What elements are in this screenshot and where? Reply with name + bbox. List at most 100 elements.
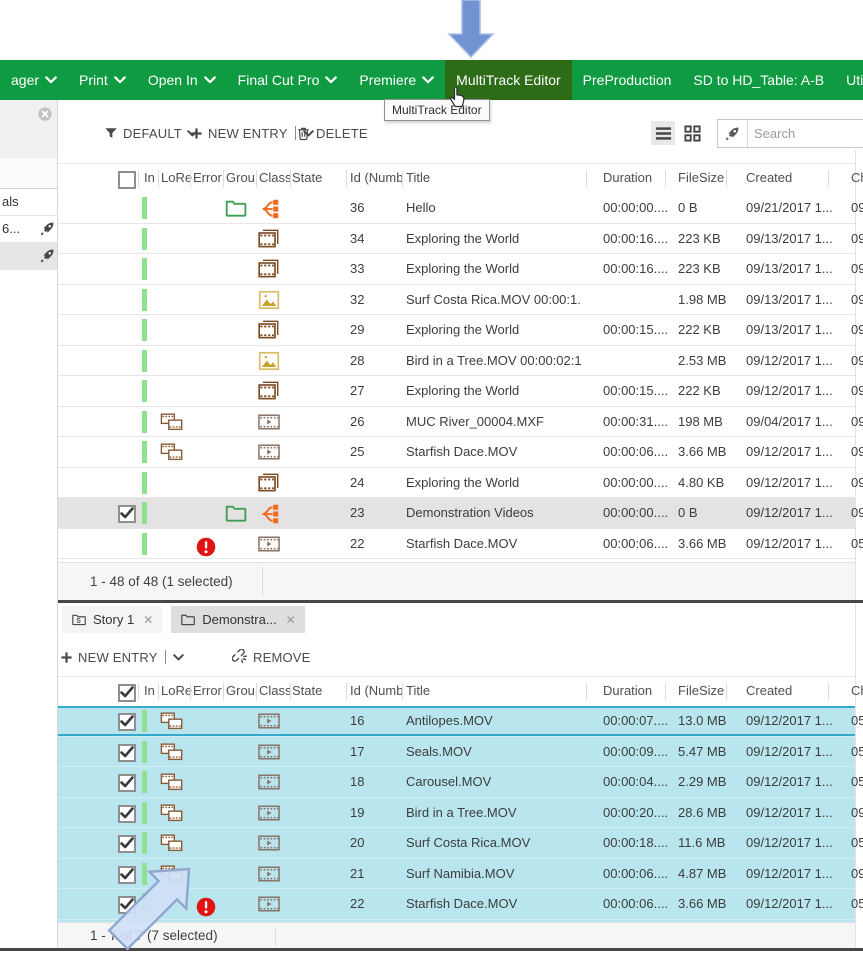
table-row[interactable]: 36Hello00:00:00....0 B09/21/2017 1...09/…: [58, 193, 855, 224]
ingest-status-bar: [142, 741, 147, 763]
column-header-changed[interactable]: Changed: [851, 677, 863, 705]
row-checkbox[interactable]: [118, 744, 136, 762]
table-row[interactable]: 29Exploring the World00:00:15....222 KB0…: [58, 315, 855, 346]
menu-item-print[interactable]: Print: [68, 60, 137, 100]
table-row[interactable]: 32Surf Costa Rica.MOV 00:00:1...1.98 MB0…: [58, 285, 855, 316]
table-row[interactable]: 24Exploring the World00:00:00....4.80 KB…: [58, 468, 855, 499]
column-header-error[interactable]: Error: [193, 677, 222, 705]
column-header-duration[interactable]: Duration: [603, 164, 652, 192]
column-header-duration[interactable]: Duration: [603, 677, 652, 705]
cell-created: 09/21/2017 1...: [746, 193, 840, 224]
row-checkbox[interactable]: [118, 505, 136, 523]
column-header-id-numb[interactable]: Id (Numb: [350, 164, 403, 192]
search-box: [717, 119, 863, 148]
column-header-grou[interactable]: Grou: [226, 677, 255, 705]
tab-close-icon[interactable]: ✕: [286, 613, 296, 627]
tab-demonstra-[interactable]: Demonstra...✕: [171, 606, 304, 633]
cell-title: Bird in a Tree.MOV 00:00:02:12: [406, 346, 582, 377]
ingest-status-bar: [142, 319, 147, 341]
table-row[interactable]: 17Seals.MOV00:00:09....5.47 MB09/12/2017…: [58, 737, 855, 768]
column-header-class[interactable]: Class: [259, 677, 292, 705]
tab-story-1[interactable]: Story 1✕: [62, 606, 162, 633]
column-separator: [726, 683, 727, 700]
column-header-created[interactable]: Created: [746, 677, 792, 705]
table-row[interactable]: 26MUC River_00004.MXF00:00:31....198 MB0…: [58, 407, 855, 438]
table-row[interactable]: 33Exploring the World00:00:16....223 KB0…: [58, 254, 855, 285]
menu-item-utilities[interactable]: Utilities: [835, 60, 863, 100]
cell-title: Starfish Dace.MOV: [406, 437, 582, 468]
table-row[interactable]: 28Bird in a Tree.MOV 00:00:02:122.53 MB0…: [58, 346, 855, 377]
delete-button[interactable]: DELETE: [296, 118, 368, 148]
lowres-proxy-icon: [160, 441, 184, 463]
new-entry-button-lower[interactable]: NEW ENTRY: [60, 642, 184, 672]
close-icon[interactable]: [37, 106, 53, 122]
table-row[interactable]: 34Exploring the World00:00:16....223 KB0…: [58, 224, 855, 255]
column-header-title[interactable]: Title: [406, 677, 430, 705]
list-view-toggle[interactable]: [651, 121, 675, 145]
cell-id: 25: [350, 437, 364, 468]
remove-button[interactable]: REMOVE: [232, 642, 311, 672]
table-row[interactable]: 22Starfish Dace.MOV00:00:06....3.66 MB09…: [58, 529, 855, 560]
table-row[interactable]: 27Exploring the World00:00:15....222 KB0…: [58, 376, 855, 407]
story-class-icon: [257, 380, 281, 402]
table-row[interactable]: 25Starfish Dace.MOV00:00:06....3.66 MB09…: [58, 437, 855, 468]
row-checkbox[interactable]: [118, 713, 136, 731]
cell-id: 27: [350, 376, 364, 407]
tab-close-icon[interactable]: ✕: [143, 613, 153, 627]
column-header-class[interactable]: Class: [259, 164, 292, 192]
column-header-error[interactable]: Error: [193, 164, 222, 192]
story-class-icon: [257, 472, 281, 494]
column-header-title[interactable]: Title: [406, 164, 430, 192]
column-header-state[interactable]: State: [292, 164, 322, 192]
cell-changed: 09/12/2017: [851, 437, 863, 468]
table-row[interactable]: 18Carousel.MOV00:00:04....2.29 MB09/12/2…: [58, 767, 855, 798]
folder-icon: [224, 197, 248, 219]
search-input[interactable]: [748, 120, 863, 147]
menu-item-final-cut-pro[interactable]: Final Cut Pro: [227, 60, 349, 100]
column-header-in[interactable]: In: [144, 677, 155, 705]
menu-item-preproduction[interactable]: PreProduction: [572, 60, 683, 100]
table-row[interactable]: 19Bird in a Tree.MOV00:00:20....28.6 MB0…: [58, 798, 855, 829]
column-header-state[interactable]: State: [292, 677, 322, 705]
row-checkbox[interactable]: [118, 835, 136, 853]
column-header-created[interactable]: Created: [746, 164, 792, 192]
chevron-down-icon: [325, 76, 337, 84]
filter-default-button[interactable]: DEFAULT: [104, 118, 198, 148]
row-checkbox[interactable]: [118, 805, 136, 823]
column-separator: [665, 683, 666, 700]
column-header-changed[interactable]: Changed: [851, 164, 863, 192]
sidebar-item[interactable]: [0, 243, 57, 270]
column-header-filesize[interactable]: FileSize: [678, 164, 724, 192]
column-header-filesize[interactable]: FileSize: [678, 677, 724, 705]
grid-view-toggle[interactable]: [680, 121, 704, 145]
menu-item-label: PreProduction: [583, 72, 672, 88]
column-header-in[interactable]: In: [144, 164, 155, 192]
menu-item-premiere[interactable]: Premiere: [348, 60, 445, 100]
table-row[interactable]: 20Surf Costa Rica.MOV00:00:18....11.6 MB…: [58, 828, 855, 859]
column-header-lore[interactable]: LoRe: [161, 677, 192, 705]
menu-item-ager[interactable]: ager: [0, 60, 68, 100]
row-checkbox[interactable]: [118, 774, 136, 792]
column-header-id-numb[interactable]: Id (Numb: [350, 677, 403, 705]
cell-id: 24: [350, 468, 364, 499]
cell-title: Starfish Dace.MOV: [406, 529, 582, 560]
cell-changed: 09/12/2017: [851, 407, 863, 438]
table-row[interactable]: 23Demonstration Videos00:00:00....0 B09/…: [58, 498, 855, 529]
status-divider: [275, 927, 276, 946]
sidebar-item[interactable]: 6...: [0, 216, 57, 243]
cell-title: Antilopes.MOV: [406, 706, 582, 737]
ingest-status-bar: [142, 802, 147, 824]
select-all-checkbox[interactable]: [118, 171, 136, 189]
menu-item-open-in[interactable]: Open In: [137, 60, 227, 100]
column-header-lore[interactable]: LoRe: [161, 164, 192, 192]
cell-created: 09/12/2017 1...: [746, 767, 840, 798]
ingest-status-bar: [142, 411, 147, 433]
table-row[interactable]: 16Antilopes.MOV00:00:07....13.0 MB09/12/…: [58, 706, 855, 737]
column-header-grou[interactable]: Grou: [226, 164, 255, 192]
menu-item-sd-to-hd-table-a-b[interactable]: SD to HD_Table: A-B: [682, 60, 835, 100]
select-all-checkbox[interactable]: [118, 684, 136, 702]
sidebar-item[interactable]: als: [0, 189, 57, 216]
status-divider: [262, 567, 263, 596]
video-class-icon: [257, 710, 281, 732]
menu-item-label: Premiere: [359, 72, 416, 88]
